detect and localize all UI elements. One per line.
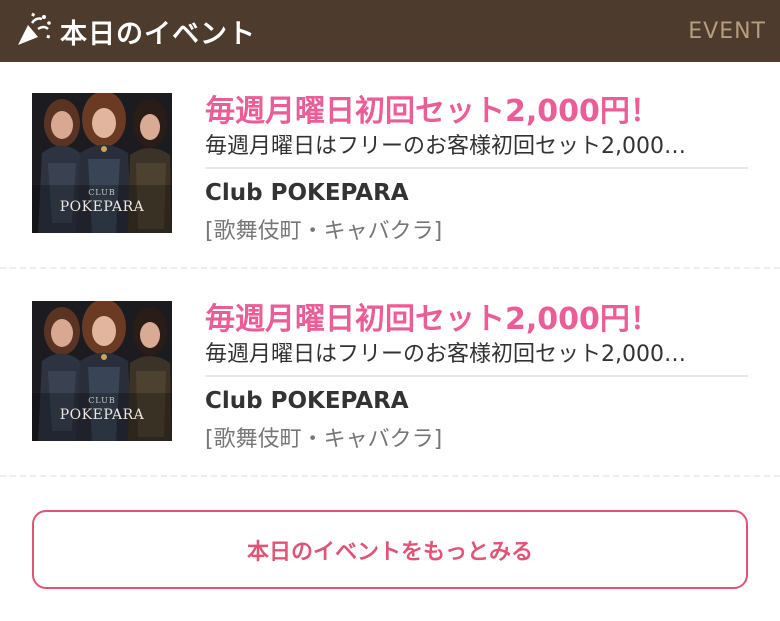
- party-popper-icon: [18, 12, 51, 45]
- divider: [205, 167, 748, 169]
- club-genre: [歌舞伎町・キャバクラ]: [205, 219, 443, 244]
- divider: [205, 375, 748, 377]
- event-thumbnail[interactable]: CLUB POKEPARA: [32, 301, 172, 441]
- event-card[interactable]: CLUB POKEPARA 毎週月曜日初回セット2,000円！ 毎週月曜日はフリ…: [0, 62, 780, 269]
- see-more-events-button[interactable]: 本日のイベントをもっとみる: [32, 510, 748, 589]
- event-title[interactable]: 毎週月曜日初回セット2,000円！: [205, 294, 765, 338]
- event-thumbnail[interactable]: CLUB POKEPARA: [32, 93, 172, 233]
- event-title[interactable]: 毎週月曜日初回セット2,000円！: [205, 86, 765, 130]
- header-title-group: 本日のイベント: [14, 11, 256, 51]
- thumbnail-brand: POKEPARA: [59, 199, 145, 215]
- thumbnail-brand: POKEPARA: [59, 407, 145, 423]
- club-name[interactable]: Club POKEPARA: [205, 180, 409, 206]
- header-title: 本日のイベント: [60, 18, 256, 50]
- header-subtitle: EVENT: [688, 18, 766, 44]
- thumbnail-brand-small: CLUB: [88, 396, 116, 405]
- event-card[interactable]: CLUB POKEPARA 毎週月曜日初回セット2,000円！ 毎週月曜日はフリ…: [0, 270, 780, 477]
- section-header: 本日のイベント EVENT: [0, 0, 780, 62]
- event-description: 毎週月曜日はフリーのお客様初回セット2,000…: [205, 342, 686, 367]
- club-name[interactable]: Club POKEPARA: [205, 388, 409, 414]
- thumbnail-brand-small: CLUB: [88, 188, 116, 197]
- event-description: 毎週月曜日はフリーのお客様初回セット2,000…: [205, 134, 686, 159]
- club-genre: [歌舞伎町・キャバクラ]: [205, 427, 443, 452]
